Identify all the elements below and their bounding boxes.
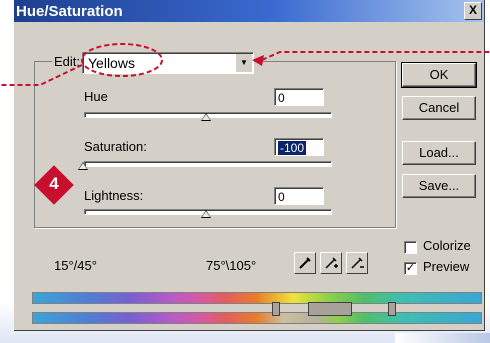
- callout-overlay: [0, 43, 490, 86]
- step-number: 4: [49, 174, 59, 193]
- callout-arrowhead: [252, 55, 264, 66]
- callout-line-left: [0, 64, 83, 86]
- callout-ellipse: [81, 43, 163, 77]
- callout-line-right: [261, 51, 490, 61]
